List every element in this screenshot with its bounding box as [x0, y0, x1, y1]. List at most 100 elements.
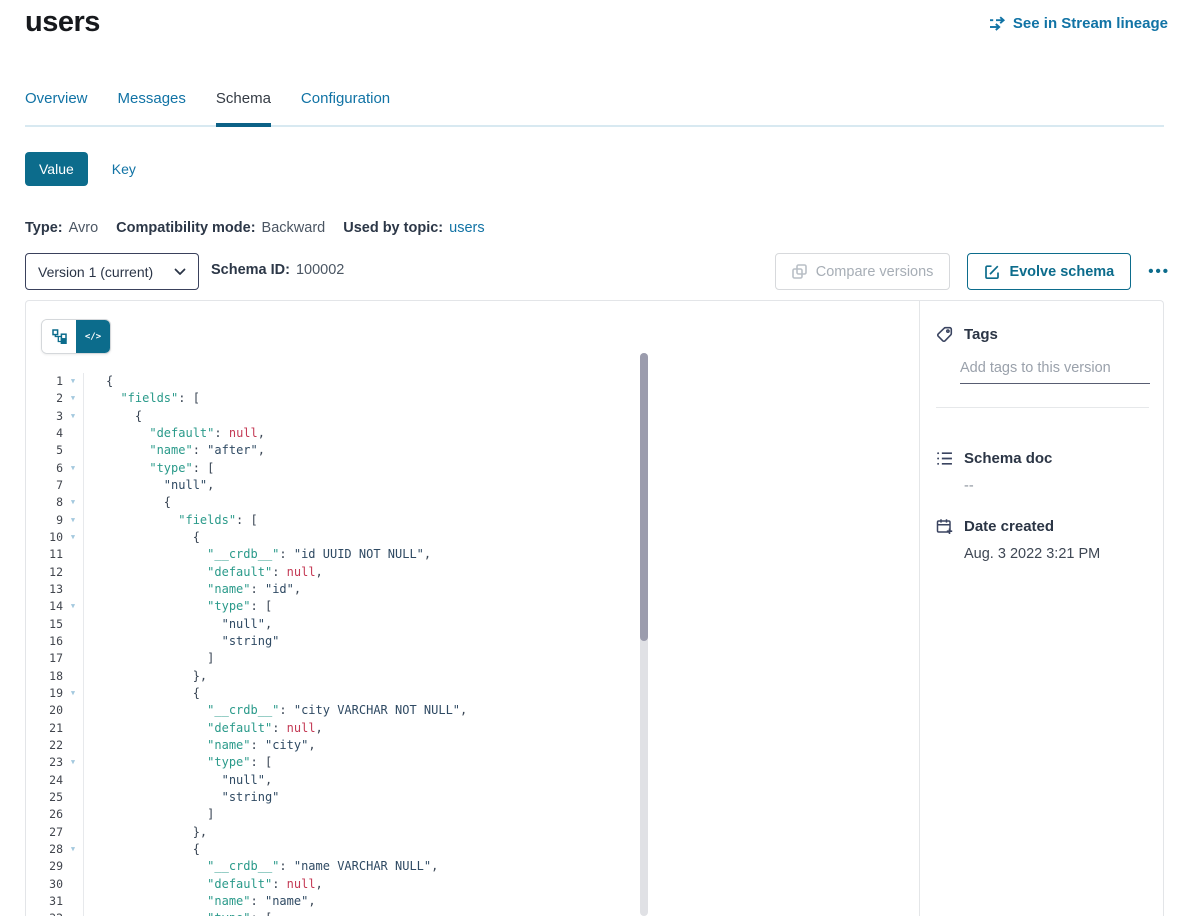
line-number: 21	[26, 720, 63, 737]
code-text: ]	[83, 806, 214, 823]
code-line: 23▼ "type": [	[26, 754, 919, 771]
tags-title: Tags	[964, 326, 998, 343]
fold-spacer	[63, 564, 83, 581]
version-dropdown[interactable]: Version 1 (current)	[25, 253, 199, 290]
line-number: 15	[26, 616, 63, 633]
fold-toggle-icon[interactable]: ▼	[63, 529, 83, 546]
compatibility-value: Backward	[262, 220, 326, 236]
code-text: ]	[83, 650, 214, 667]
code-text: "name": "id",	[83, 581, 301, 598]
code-line: 24 "null",	[26, 772, 919, 789]
code-text: "string"	[83, 789, 279, 806]
schema-meta-row: Type: Avro Compatibility mode: Backward …	[25, 220, 485, 236]
fold-spacer	[63, 668, 83, 685]
fold-spacer	[63, 772, 83, 789]
code-text: {	[83, 408, 142, 425]
code-text: },	[83, 668, 207, 685]
value-key-toggle: Value Key	[25, 152, 136, 186]
code-line: 1▼{	[26, 373, 919, 390]
see-in-stream-lineage-link[interactable]: See in Stream lineage	[989, 15, 1168, 32]
code-view-button[interactable]: </>	[76, 320, 110, 353]
line-number: 11	[26, 546, 63, 563]
line-number: 8	[26, 494, 63, 511]
topic-link[interactable]: users	[449, 220, 484, 236]
code-editor: 1▼{2▼ "fields": [3▼ {4 "default": null,5…	[26, 373, 919, 916]
fold-toggle-icon[interactable]: ▼	[63, 685, 83, 702]
fold-toggle-icon[interactable]: ▼	[63, 841, 83, 858]
fold-spacer	[63, 858, 83, 875]
fold-toggle-icon[interactable]: ▼	[63, 598, 83, 615]
value-toggle-button[interactable]: Value	[25, 152, 88, 186]
code-line: 14▼ "type": [	[26, 598, 919, 615]
code-text: "name": "city",	[83, 737, 316, 754]
code-text: "string"	[83, 633, 279, 650]
code-line: 25 "string"	[26, 789, 919, 806]
schema-sidebar: Tags Schema doc	[919, 301, 1163, 916]
fold-toggle-icon[interactable]: ▼	[63, 408, 83, 425]
code-text: "null",	[83, 477, 214, 494]
line-number: 29	[26, 858, 63, 875]
tab-configuration[interactable]: Configuration	[301, 90, 390, 125]
chevron-down-icon	[174, 268, 186, 276]
line-number: 22	[26, 737, 63, 754]
schema-doc-value: --	[964, 478, 1149, 494]
fold-spacer	[63, 876, 83, 893]
line-number: 17	[26, 650, 63, 667]
type-value: Avro	[69, 220, 99, 236]
code-text: },	[83, 824, 207, 841]
code-text: "name": "after",	[83, 442, 265, 459]
fold-toggle-icon[interactable]: ▼	[63, 460, 83, 477]
fold-spacer	[63, 720, 83, 737]
more-actions-button[interactable]: •••	[1148, 263, 1170, 280]
code-line: 8▼ {	[26, 494, 919, 511]
code-text: "null",	[83, 616, 272, 633]
editor-view-toggle: </>	[41, 319, 111, 354]
version-dropdown-value: Version 1 (current)	[38, 264, 153, 280]
code-line: 28▼ {	[26, 841, 919, 858]
fold-toggle-icon[interactable]: ▼	[63, 373, 83, 390]
line-number: 9	[26, 512, 63, 529]
schema-panel: </> 1▼{2▼ "fields": [3▼ {4 "default": nu…	[25, 300, 1164, 916]
tab-overview[interactable]: Overview	[25, 90, 88, 125]
code-text: "default": null,	[83, 425, 265, 442]
list-icon	[936, 450, 953, 467]
fold-toggle-icon[interactable]: ▼	[63, 494, 83, 511]
line-number: 18	[26, 668, 63, 685]
date-created-value: Aug. 3 2022 3:21 PM	[964, 546, 1149, 562]
line-number: 24	[26, 772, 63, 789]
line-number: 3	[26, 408, 63, 425]
code-line: 6▼ "type": [	[26, 460, 919, 477]
compare-versions-button[interactable]: Compare versions	[775, 253, 951, 290]
code-line: 31 "name": "name",	[26, 893, 919, 910]
code-line: 9▼ "fields": [	[26, 512, 919, 529]
code-text: "default": null,	[83, 876, 323, 893]
line-number: 6	[26, 460, 63, 477]
used-by-topic-label: Used by topic:	[343, 220, 443, 236]
line-number: 16	[26, 633, 63, 650]
code-text: "type": [	[83, 598, 272, 615]
code-text: "type": [	[83, 754, 272, 771]
code-text: "name": "name",	[83, 893, 316, 910]
editor-scrollbar-track[interactable]	[640, 353, 648, 916]
add-tags-input[interactable]	[960, 360, 1150, 384]
evolve-schema-button[interactable]: Evolve schema	[967, 253, 1131, 290]
fold-toggle-icon[interactable]: ▼	[63, 910, 83, 916]
tab-messages[interactable]: Messages	[118, 90, 186, 125]
fold-toggle-icon[interactable]: ▼	[63, 512, 83, 529]
fold-toggle-icon[interactable]: ▼	[63, 754, 83, 771]
evolve-schema-label: Evolve schema	[1009, 264, 1114, 280]
tree-view-button[interactable]	[42, 320, 76, 353]
code-line: 29 "__crdb__": "name VARCHAR NULL",	[26, 858, 919, 875]
fold-spacer	[63, 789, 83, 806]
code-line: 5 "name": "after",	[26, 442, 919, 459]
line-number: 13	[26, 581, 63, 598]
line-number: 14	[26, 598, 63, 615]
tab-schema[interactable]: Schema	[216, 90, 271, 125]
line-number: 32	[26, 910, 63, 916]
stream-lineage-icon	[989, 16, 1006, 31]
editor-scrollbar-thumb[interactable]	[640, 353, 648, 641]
key-toggle-link[interactable]: Key	[112, 161, 136, 177]
fold-toggle-icon[interactable]: ▼	[63, 390, 83, 407]
fold-spacer	[63, 616, 83, 633]
page-title: users	[25, 6, 100, 39]
